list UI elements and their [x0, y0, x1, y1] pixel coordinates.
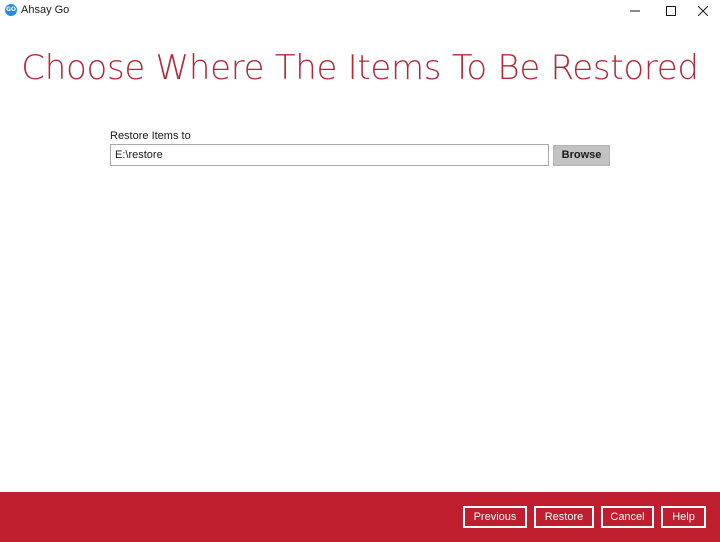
restore-button[interactable]: Restore	[534, 506, 594, 528]
help-button[interactable]: Help	[661, 506, 706, 528]
footer-bar: Previous Restore Cancel Help	[0, 492, 720, 542]
maximize-icon	[666, 6, 676, 16]
app-logo-icon: GO	[5, 4, 17, 16]
close-icon	[698, 6, 708, 16]
page-title: Choose Where The Items To Be Restored	[21, 48, 699, 88]
app-window: GO Ahsay Go Choose Where The Items To Be…	[0, 0, 720, 542]
cancel-button[interactable]: Cancel	[601, 506, 654, 528]
title-bar: GO Ahsay Go	[0, 0, 720, 22]
maximize-button[interactable]	[654, 0, 688, 22]
minimize-button[interactable]	[618, 0, 652, 22]
restore-location-label: Restore Items to	[110, 130, 191, 142]
window-title: Ahsay Go	[21, 4, 70, 16]
browse-button[interactable]: Browse	[553, 145, 610, 166]
minimize-icon	[630, 10, 640, 12]
close-button[interactable]	[686, 0, 720, 22]
restore-path-input[interactable]: E:\restore	[110, 144, 549, 166]
previous-button[interactable]: Previous	[463, 506, 527, 528]
